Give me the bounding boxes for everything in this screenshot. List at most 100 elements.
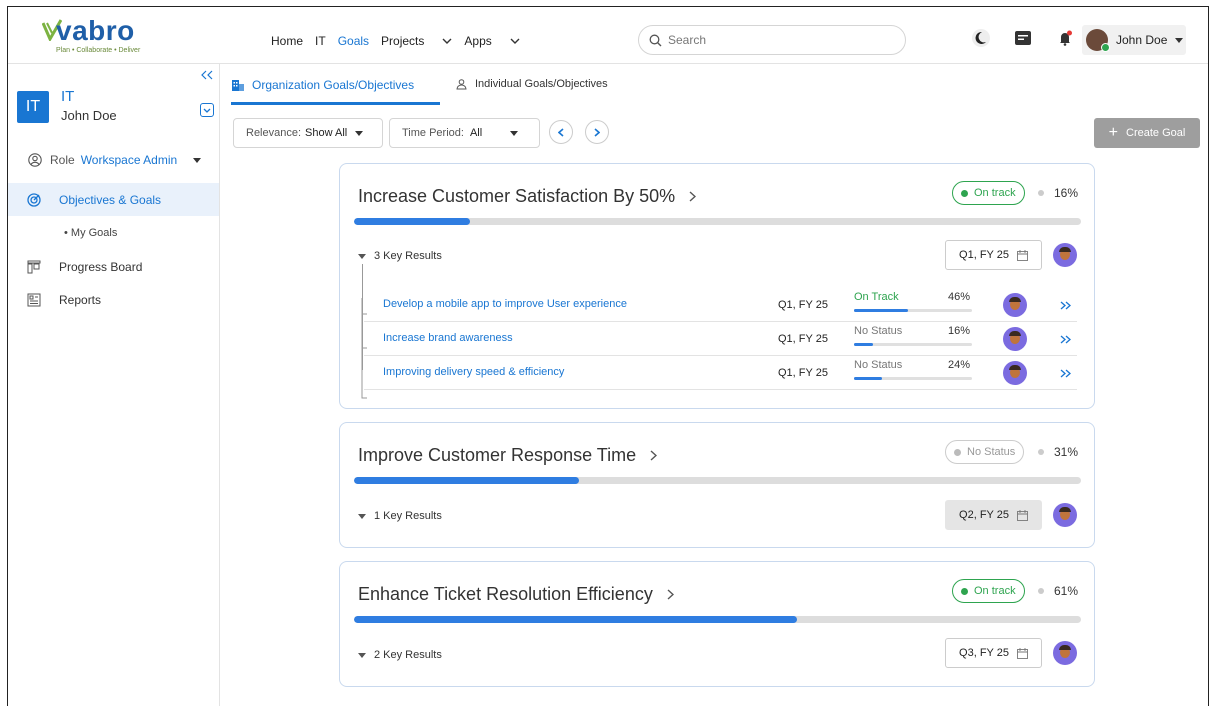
sidebar-item-objectives-goals[interactable]: Objectives & Goals <box>8 183 219 216</box>
key-result-quarter: Q1, FY 25 <box>778 299 828 311</box>
key-results-toggle[interactable]: 3 Key Results <box>358 250 442 262</box>
key-results-toggle[interactable]: 1 Key Results <box>358 510 442 522</box>
sidebar-item-reports[interactable]: Reports <box>8 283 219 316</box>
relevance-value: Show All <box>305 127 348 139</box>
key-result-status[interactable]: No Status <box>854 325 902 337</box>
role-selector[interactable]: Role Workspace Admin <box>28 153 202 167</box>
calendar-icon <box>1017 249 1028 261</box>
status-badge[interactable]: On track <box>952 579 1025 603</box>
key-result-progress-fill <box>854 377 883 380</box>
key-result-owner-avatar[interactable] <box>1003 327 1027 351</box>
quarter-selector[interactable]: Q3, FY 25 <box>945 638 1042 668</box>
goal-percent: 31% <box>1037 445 1078 459</box>
time-value: All <box>469 127 483 139</box>
workspace-dropdown-button[interactable] <box>200 103 214 117</box>
workspace-badge: IT <box>17 91 49 123</box>
chevron-down-icon <box>442 38 452 44</box>
brand-logo[interactable]: vabro Plan • Collaborate • Deliver <box>42 15 162 55</box>
app-window: vabro Plan • Collaborate • Deliver Home … <box>7 6 1209 706</box>
nav-goals[interactable]: Goals <box>338 34 369 48</box>
key-result-progress-fill <box>854 309 909 312</box>
moon-icon <box>972 29 990 47</box>
theme-toggle-button[interactable] <box>970 27 992 49</box>
owner-avatar[interactable] <box>1053 641 1077 665</box>
collapse-sidebar-icon[interactable] <box>201 70 213 80</box>
tab-label: Organization Goals/Objectives <box>252 78 415 92</box>
goal-title: Improve Customer Response Time <box>358 445 637 465</box>
user-name: John Doe <box>1116 33 1168 47</box>
double-chevron-right-icon[interactable] <box>1060 301 1071 310</box>
create-goal-button[interactable]: + Create Goal <box>1094 118 1200 148</box>
key-result-name[interactable]: Increase brand awareness <box>383 332 513 344</box>
key-result-status[interactable]: No Status <box>854 359 902 371</box>
goal-title: Increase Customer Satisfaction By 50% <box>358 186 676 206</box>
user-menu-button[interactable]: John Doe <box>1082 25 1186 55</box>
key-result-row[interactable]: Develop a mobile app to improve User exp… <box>364 288 1077 322</box>
messages-button[interactable] <box>1012 27 1034 49</box>
key-result-row[interactable]: Improving delivery speed & efficiency Q1… <box>364 356 1077 390</box>
calendar-icon <box>1017 647 1028 659</box>
key-result-quarter: Q1, FY 25 <box>778 333 828 345</box>
key-results-label: 1 Key Results <box>374 510 442 522</box>
separator-dot <box>1037 588 1044 594</box>
main-nav: Home IT Goals Projects Apps <box>271 34 532 48</box>
top-icons <box>970 27 1076 49</box>
person-icon <box>456 78 467 89</box>
goal-card: Enhance Ticket Resolution Efficiency On … <box>339 561 1095 687</box>
time-period-filter[interactable]: Time Period: All <box>389 118 540 148</box>
goal-title-link[interactable]: Enhance Ticket Resolution Efficiency <box>358 584 674 605</box>
owner-avatar[interactable] <box>1053 243 1077 267</box>
sidebar-subitem-my-goals[interactable]: • My Goals <box>64 227 117 239</box>
sidebar: IT IT John Doe Role Workspace Admin Obje… <box>8 64 220 706</box>
key-results-toggle[interactable]: 2 Key Results <box>358 649 442 661</box>
goal-title-link[interactable]: Increase Customer Satisfaction By 50% <box>358 186 697 207</box>
workspace-switcher[interactable]: IT IT John Doe <box>15 84 215 134</box>
quarter-selector[interactable]: Q1, FY 25 <box>945 240 1042 270</box>
search-input[interactable]: Search <box>638 25 906 55</box>
goal-progress-bar <box>354 616 1081 623</box>
status-badge[interactable]: No Status <box>945 440 1025 464</box>
goal-progress-fill <box>354 616 798 623</box>
nav-home[interactable]: Home <box>271 34 303 48</box>
double-chevron-right-icon[interactable] <box>1060 335 1071 344</box>
caret-down-icon <box>358 652 366 658</box>
relevance-filter[interactable]: Relevance: Show All <box>233 118 383 148</box>
chevron-down-icon <box>510 38 520 44</box>
key-result-name[interactable]: Develop a mobile app to improve User exp… <box>383 298 627 310</box>
workspace-name: IT <box>61 88 75 105</box>
goal-progress-fill <box>354 218 471 225</box>
previous-period-button[interactable] <box>549 120 573 144</box>
key-result-progress-bar <box>854 377 972 380</box>
nav-projects[interactable]: Projects <box>381 34 452 48</box>
tab-organization-goals[interactable]: Organization Goals/Objectives <box>232 78 414 92</box>
building-icon <box>232 79 244 91</box>
notifications-button[interactable] <box>1054 27 1076 49</box>
role-value: Workspace Admin <box>80 153 178 167</box>
key-result-status[interactable]: On Track <box>854 291 899 303</box>
quarter-label: Q2, FY 25 <box>959 509 1009 521</box>
nav-projects-label: Projects <box>381 34 425 48</box>
top-bar: vabro Plan • Collaborate • Deliver Home … <box>8 7 1208 64</box>
caret-down-icon <box>510 130 519 136</box>
next-period-button[interactable] <box>585 120 609 144</box>
quarter-selector[interactable]: Q2, FY 25 <box>945 500 1042 530</box>
caret-down-icon <box>355 130 364 136</box>
nav-apps[interactable]: Apps <box>464 34 520 48</box>
nav-it[interactable]: IT <box>315 34 326 48</box>
goal-percent-value: 61% <box>1053 584 1078 598</box>
tab-individual-goals[interactable]: Individual Goals/Objectives <box>456 78 608 90</box>
key-result-percent: 24% <box>948 359 971 371</box>
key-result-row[interactable]: Increase brand awareness Q1, FY 25 No St… <box>364 322 1077 356</box>
status-dot <box>961 189 968 197</box>
key-result-owner-avatar[interactable] <box>1003 293 1027 317</box>
double-chevron-right-icon[interactable] <box>1060 369 1071 378</box>
key-result-name[interactable]: Improving delivery speed & efficiency <box>383 366 564 378</box>
sidebar-item-progress-board[interactable]: Progress Board <box>8 250 219 283</box>
chevron-right-icon <box>650 450 658 461</box>
status-badge[interactable]: On track <box>952 181 1025 205</box>
status-label: On track <box>974 585 1016 597</box>
goal-title-link[interactable]: Improve Customer Response Time <box>358 445 658 466</box>
owner-avatar[interactable] <box>1053 503 1077 527</box>
key-result-owner-avatar[interactable] <box>1003 361 1027 385</box>
sidebar-item-label: Objectives & Goals <box>59 192 162 207</box>
